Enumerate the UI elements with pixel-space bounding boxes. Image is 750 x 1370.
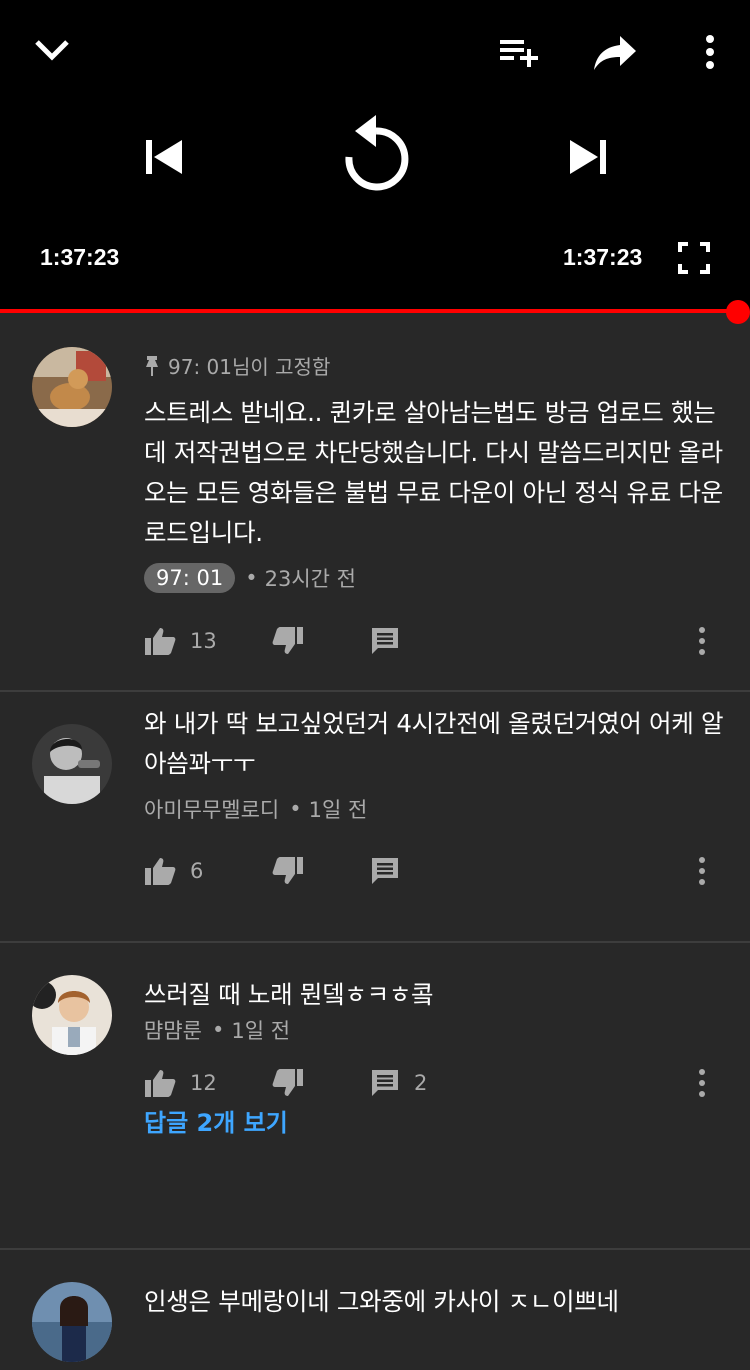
thumbs-down-icon xyxy=(272,857,303,884)
fullscreen-icon[interactable] xyxy=(676,240,712,276)
author-chip[interactable]: 97: 01 xyxy=(144,563,236,593)
duration-time: 1:37:23 xyxy=(563,244,643,270)
comment-author[interactable]: 먐먐룬 xyxy=(144,1015,202,1045)
comment-item: 와 내가 딱 보고싶었던거 4시간전에 올렸던거였어 어케 알아씀꽈ㅜㅜ 아미무… xyxy=(0,692,750,943)
replay-icon[interactable] xyxy=(336,110,416,196)
next-icon[interactable] xyxy=(566,134,612,180)
pinned-label: 97: 01님이 고정함 xyxy=(144,351,330,380)
dislike-button[interactable] xyxy=(272,1063,304,1103)
thumbs-up-icon xyxy=(145,628,176,655)
reply-button[interactable] xyxy=(370,851,414,891)
like-count: 12 xyxy=(190,1071,217,1095)
reply-button[interactable]: 2 xyxy=(370,1063,427,1103)
comment-text: 와 내가 딱 보고싶었던거 4시간전에 올렸던거였어 어케 알아씀꽈ㅜㅜ xyxy=(144,709,724,778)
avatar[interactable] xyxy=(32,347,112,427)
share-icon[interactable] xyxy=(590,30,640,74)
like-button[interactable]: 6 xyxy=(144,851,203,891)
comment-item: 인생은 부메랑이네 그와중에 카사이 ㅈㄴ이쁘네 xyxy=(0,1250,750,1370)
comment-more-icon[interactable] xyxy=(694,621,710,661)
comments-list: 97: 01님이 고정함 스트레스 받네요.. 퀸카로 살아남는법도 방금 업로… xyxy=(0,313,750,1370)
comment-item: 97: 01님이 고정함 스트레스 받네요.. 퀸카로 살아남는법도 방금 업로… xyxy=(0,313,750,692)
previous-icon[interactable] xyxy=(140,134,186,180)
comment-item: 쓰러질 때 노래 뭔뎈ㅎㅋㅎ콬 먐먐룬 • 1일 전 12 2 답글 2개 보기 xyxy=(0,943,750,1250)
thumbs-up-icon xyxy=(145,1070,176,1097)
comment-text: 인생은 부메랑이네 그와중에 카사이 ㅈㄴ이쁘네 xyxy=(144,1287,619,1316)
comment-meta: 아미무무멜로디 • 1일 전 xyxy=(144,794,367,824)
like-count: 6 xyxy=(190,859,204,883)
chevron-down-icon[interactable] xyxy=(30,34,74,66)
avatar[interactable] xyxy=(32,724,112,804)
comment-time: 1일 전 xyxy=(231,1019,291,1043)
dislike-button[interactable] xyxy=(272,851,304,891)
comment-text: 스트레스 받네요.. 퀸카로 살아남는법도 방금 업로드 했는데 저작권법으로 … xyxy=(144,398,723,547)
view-replies-link[interactable]: 답글 2개 보기 xyxy=(144,1103,288,1138)
like-button[interactable]: 12 xyxy=(144,1063,217,1103)
reply-button[interactable] xyxy=(370,621,414,661)
comment-actions: 13 xyxy=(144,621,734,661)
separator-dot: • xyxy=(211,1018,225,1042)
thumbs-down-icon xyxy=(272,627,303,654)
comment-icon xyxy=(372,628,398,654)
comment-time: 23시간 전 xyxy=(264,567,356,591)
thumbs-down-icon xyxy=(272,1069,303,1096)
reply-count: 2 xyxy=(414,1071,428,1095)
pinned-label-text: 97: 01님이 고정함 xyxy=(168,355,331,379)
comment-more-icon[interactable] xyxy=(694,1063,710,1103)
comment-time: 1일 전 xyxy=(308,798,368,822)
video-player[interactable]: 1:37:23 1:37:23 xyxy=(0,0,750,312)
avatar[interactable] xyxy=(32,1282,112,1362)
comment-icon xyxy=(372,858,398,884)
add-to-playlist-icon[interactable] xyxy=(496,34,542,70)
comment-author[interactable]: 아미무무멜로디 xyxy=(144,794,279,824)
comment-text: 쓰러질 때 노래 뭔뎈ㅎㅋㅎ콬 xyxy=(144,980,434,1009)
elapsed-time: 1:37:23 xyxy=(40,244,120,270)
dislike-button[interactable] xyxy=(272,621,304,661)
comment-actions: 12 2 xyxy=(144,1063,734,1103)
pin-icon xyxy=(146,355,158,376)
like-count: 13 xyxy=(190,629,217,653)
comment-icon xyxy=(372,1070,398,1096)
comment-meta: 97: 01 • 23시간 전 xyxy=(144,563,356,593)
comment-meta: 먐먐룬 • 1일 전 xyxy=(144,1015,290,1045)
like-button[interactable]: 13 xyxy=(144,621,217,661)
comment-actions: 6 xyxy=(144,851,734,891)
more-vert-icon[interactable] xyxy=(700,32,720,72)
comment-more-icon[interactable] xyxy=(694,851,710,891)
separator-dot: • xyxy=(289,797,302,821)
separator-dot: • xyxy=(245,566,258,590)
thumbs-up-icon xyxy=(145,858,176,885)
avatar[interactable] xyxy=(32,975,112,1055)
